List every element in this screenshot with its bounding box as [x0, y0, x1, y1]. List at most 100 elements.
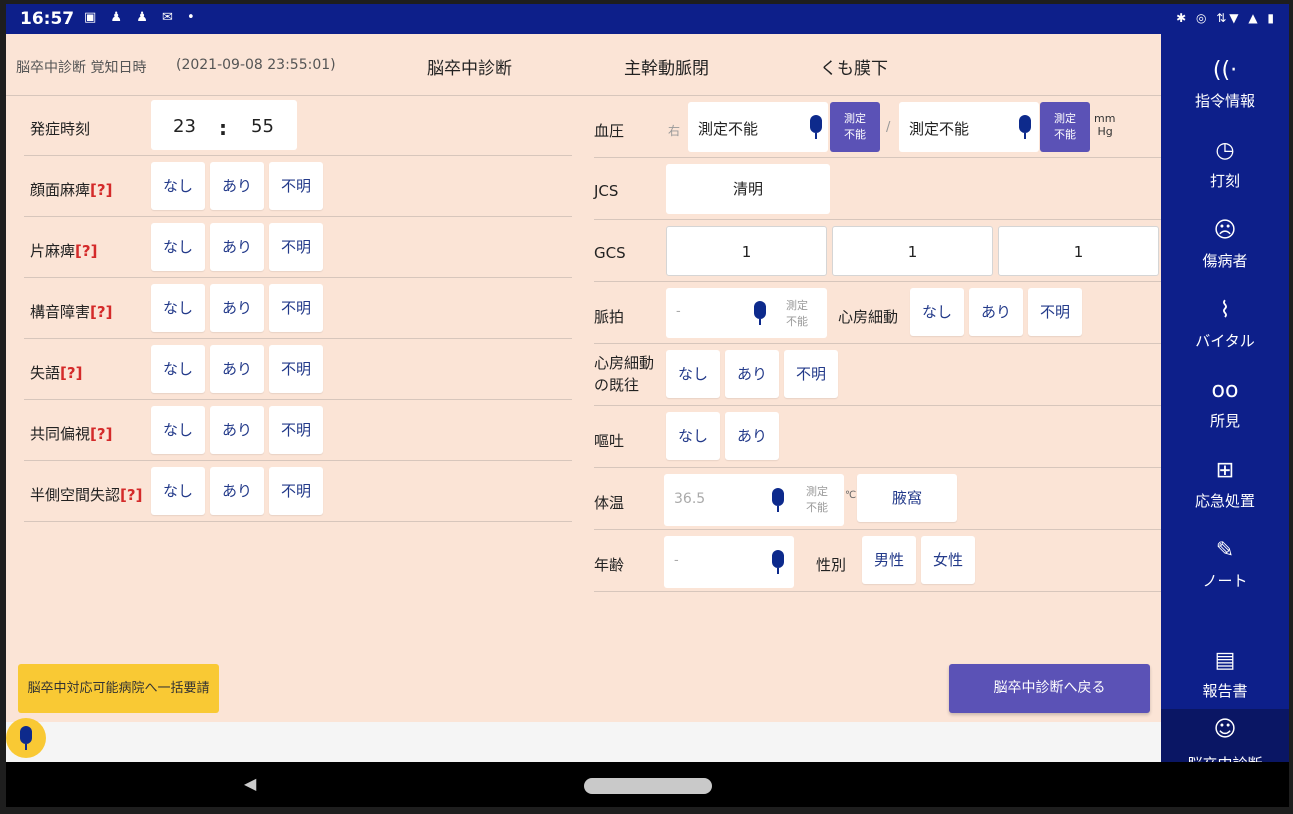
facial-palsy-none-button[interactable]: なし: [151, 162, 205, 210]
home-pill[interactable]: [584, 778, 712, 794]
pencil-icon: ✎: [1215, 538, 1235, 563]
back-to-stroke-diagnosis-button[interactable]: 脳卒中診断へ戻る: [949, 664, 1150, 713]
bp-diastolic-unmeasurable-button[interactable]: 測定 不能: [1040, 102, 1090, 152]
pulse-unmeasurable-button[interactable]: 測定 不能: [786, 298, 808, 330]
help-link[interactable]: [?]: [90, 303, 112, 321]
onset-label: 発症時刻: [30, 120, 91, 138]
sidebar-item-report[interactable]: ▤ 報告書: [1161, 634, 1289, 714]
gcs-verbal-select[interactable]: 1: [832, 226, 993, 276]
conjugate-deviation-none-button[interactable]: なし: [151, 406, 205, 454]
bp-diastolic-field[interactable]: 測定不能: [899, 102, 1039, 152]
conjugate-deviation-unknown-button[interactable]: 不明: [269, 406, 323, 454]
brain-icon: ☺: [1213, 717, 1237, 742]
bp-unit: mm Hg: [1094, 112, 1116, 138]
gcs-row: GCS 1 1 1: [594, 220, 1161, 282]
sidebar-item-dispatch-info[interactable]: ((· 指令情報: [1161, 44, 1289, 124]
bp-separator: /: [886, 120, 891, 135]
af-none-button[interactable]: なし: [910, 288, 964, 336]
sidebar-item-timestamp[interactable]: ◷ 打刻: [1161, 124, 1289, 204]
back-nav-icon[interactable]: ◀: [244, 774, 256, 793]
temperature-unmeasurable-button[interactable]: 測定 不能: [806, 484, 828, 516]
tab-sah[interactable]: くも膜下: [820, 54, 888, 79]
blood-pressure-row: 血圧 右 測定不能 測定 不能 / 測定不能 測定 不能 mm Hg: [594, 96, 1161, 158]
af-history-yes-button[interactable]: あり: [725, 350, 779, 398]
bp-systolic-field[interactable]: 測定不能: [688, 102, 828, 152]
sidebar-item-label: 傷病者: [1202, 252, 1248, 270]
clock-icon: ◷: [1215, 138, 1235, 163]
aphasia-yes-button[interactable]: あり: [210, 345, 264, 393]
aphasia-unknown-button[interactable]: 不明: [269, 345, 323, 393]
neglect-unknown-button[interactable]: 不明: [269, 467, 323, 515]
hemiplegia-unknown-button[interactable]: 不明: [269, 223, 323, 271]
temperature-label: 体温: [594, 494, 625, 512]
af-history-none-button[interactable]: なし: [666, 350, 720, 398]
sidebar-item-findings[interactable]: oo 所見: [1161, 364, 1289, 444]
device-frame: 16:57 ▣ ♟ ♟ ✉ • ✱ ◎ ⇅▼ ▲ ▮ 脳卒中診断 覚知日時 (2…: [0, 0, 1293, 814]
voice-input-button[interactable]: [6, 718, 46, 758]
temperature-site-select[interactable]: 腋窩: [857, 474, 957, 522]
microphone-icon[interactable]: [772, 550, 784, 574]
help-link[interactable]: [?]: [120, 486, 142, 504]
sidebar-item-first-aid[interactable]: ⊞ 応急処置: [1161, 444, 1289, 524]
bp-side: 右: [668, 124, 681, 138]
conjugate-deviation-label: 共同偏視: [30, 425, 91, 443]
hemiplegia-row: 片麻痺[?] なし あり 不明: [24, 218, 572, 278]
af-history-row: 心房細動 の既往 なし あり 不明: [594, 344, 1161, 406]
bp-systolic-unmeasurable-button[interactable]: 測定 不能: [830, 102, 880, 152]
dysarthria-yes-button[interactable]: あり: [210, 284, 264, 332]
jcs-select[interactable]: 清明: [666, 164, 830, 214]
facial-palsy-unknown-button[interactable]: 不明: [269, 162, 323, 210]
age-placeholder: -: [674, 553, 679, 568]
report-icon: ▤: [1214, 648, 1236, 673]
af-unknown-button[interactable]: 不明: [1028, 288, 1082, 336]
sidebar-item-notes[interactable]: ✎ ノート: [1161, 524, 1289, 604]
vomit-none-button[interactable]: なし: [666, 412, 720, 460]
microphone-icon[interactable]: [754, 301, 766, 325]
vomit-yes-button[interactable]: あり: [725, 412, 779, 460]
neglect-none-button[interactable]: なし: [151, 467, 205, 515]
broadcast-icon: ((·: [1212, 58, 1238, 83]
help-link[interactable]: [?]: [90, 425, 112, 443]
bp-systolic-value: 測定不能: [698, 120, 759, 138]
hemiplegia-yes-button[interactable]: あり: [210, 223, 264, 271]
sidebar-item-label: 報告書: [1202, 682, 1248, 700]
af-yes-button[interactable]: あり: [969, 288, 1023, 336]
sidebar-item-label: 指令情報: [1194, 92, 1255, 110]
header-datetime: (2021-09-08 23:55:01): [176, 57, 336, 73]
microphone-icon[interactable]: [810, 115, 822, 139]
onset-time-field[interactable]: 23 : 55: [151, 100, 297, 150]
conjugate-deviation-yes-button[interactable]: あり: [210, 406, 264, 454]
hemiplegia-none-button[interactable]: なし: [151, 223, 205, 271]
gcs-eye-select[interactable]: 1: [666, 226, 827, 276]
sex-male-button[interactable]: 男性: [862, 536, 916, 584]
gcs-motor-select[interactable]: 1: [998, 226, 1159, 276]
status-bar: 16:57 ▣ ♟ ♟ ✉ • ✱ ◎ ⇅▼ ▲ ▮: [6, 4, 1289, 34]
pulse-field[interactable]: - 測定 不能: [666, 288, 827, 338]
microphone-icon[interactable]: [1019, 115, 1031, 139]
age-row: 年齢 - 性別 男性 女性: [594, 530, 1161, 592]
facial-palsy-yes-button[interactable]: あり: [210, 162, 264, 210]
neglect-yes-button[interactable]: あり: [210, 467, 264, 515]
help-link[interactable]: [?]: [60, 364, 82, 382]
microphone-icon[interactable]: [772, 488, 784, 512]
first-aid-icon: ⊞: [1215, 458, 1235, 483]
status-time: 16:57: [20, 9, 75, 29]
sex-female-button[interactable]: 女性: [921, 536, 975, 584]
bulk-hospital-request-button[interactable]: 脳卒中対応可能病院へ一括要請: [18, 664, 219, 713]
dysarthria-unknown-button[interactable]: 不明: [269, 284, 323, 332]
temperature-field[interactable]: 36.5 測定 不能: [664, 474, 844, 526]
sidebar-item-label: 脳卒中診断: [1161, 753, 1289, 762]
voice-input-strip: [6, 718, 1161, 762]
dysarthria-none-button[interactable]: なし: [151, 284, 205, 332]
aphasia-none-button[interactable]: なし: [151, 345, 205, 393]
help-link[interactable]: [?]: [90, 181, 112, 199]
sidebar-item-vitals[interactable]: ⌇ バイタル: [1161, 284, 1289, 364]
help-link[interactable]: [?]: [75, 242, 97, 260]
sidebar-item-stroke-diagnosis[interactable]: ☺ 脳卒中診断: [1161, 709, 1289, 762]
facial-palsy-row: 顔面麻痺[?] なし あり 不明: [24, 157, 572, 217]
tab-stroke-diagnosis[interactable]: 脳卒中診断: [427, 54, 512, 79]
af-history-unknown-button[interactable]: 不明: [784, 350, 838, 398]
age-field[interactable]: -: [664, 536, 794, 588]
sidebar-item-patient[interactable]: ☹ 傷病者: [1161, 204, 1289, 284]
tab-lvo[interactable]: 主幹動脈閉: [624, 54, 709, 79]
